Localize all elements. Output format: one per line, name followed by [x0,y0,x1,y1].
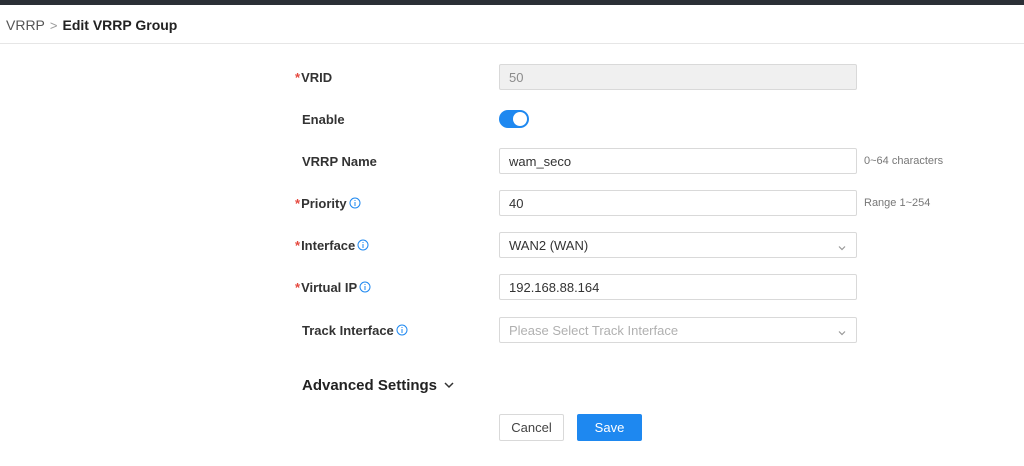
interface-row: * Interface WAN2 (WAN) [0,232,1024,258]
vrrp-name-hint: 0~64 characters [864,155,944,167]
vrid-field: 50 [499,64,857,90]
interface-select[interactable]: WAN2 (WAN) [499,232,857,258]
vrid-row: * VRID 50 [0,64,1024,90]
info-circle-icon[interactable] [359,281,371,293]
page-title: Edit VRRP Group [62,17,178,33]
breadcrumb: VRRP > Edit VRRP Group [6,16,177,34]
priority-row: * Priority 40 Range 1~254 [0,190,1024,216]
enable-label: Enable [302,111,345,127]
virtual-ip-label: * Virtual IP [295,274,371,300]
info-circle-icon[interactable] [357,239,369,251]
track-interface-label: Track Interface [302,317,408,343]
advanced-settings-toggle[interactable]: Advanced Settings [302,374,455,396]
vrrp-name-row: VRRP Name wam_seco 0~64 characters [0,148,1024,174]
virtual-ip-input[interactable]: 192.168.88.164 [499,274,857,300]
vrrp-name-label: VRRP Name [302,153,377,169]
track-interface-select[interactable]: Please Select Track Interface [499,317,857,343]
virtual-ip-row: * Virtual IP 192.168.88.164 [0,274,1024,300]
breadcrumb-separator: > [49,17,58,33]
chevron-down-icon [837,326,847,336]
breadcrumb-vrrp-link[interactable]: VRRP [6,17,45,33]
save-button[interactable]: Save [577,414,642,441]
required-marker: * [295,279,301,295]
chevron-down-icon [444,382,454,389]
enable-toggle[interactable] [499,110,529,128]
vrid-label: * VRID [295,69,333,85]
advanced-settings-label: Advanced Settings [302,376,438,394]
header-divider [0,43,1024,44]
enable-row: Enable [0,106,1024,132]
vrrp-name-input[interactable]: wam_seco [499,148,857,174]
cancel-button[interactable]: Cancel [499,414,564,441]
required-marker: * [295,195,301,211]
info-circle-icon[interactable] [396,324,408,336]
track-interface-placeholder: Please Select Track Interface [509,322,679,338]
info-circle-icon[interactable] [349,197,361,209]
toggle-knob [513,112,527,126]
chevron-down-icon [837,241,847,251]
top-bar [0,0,1024,5]
priority-input[interactable]: 40 [499,190,857,216]
interface-label: * Interface [295,232,369,258]
priority-label: * Priority [295,190,361,216]
required-marker: * [295,69,301,85]
priority-hint: Range 1~254 [864,197,931,209]
required-marker: * [295,237,301,253]
track-interface-row: Track Interface Please Select Track Inte… [0,317,1024,343]
